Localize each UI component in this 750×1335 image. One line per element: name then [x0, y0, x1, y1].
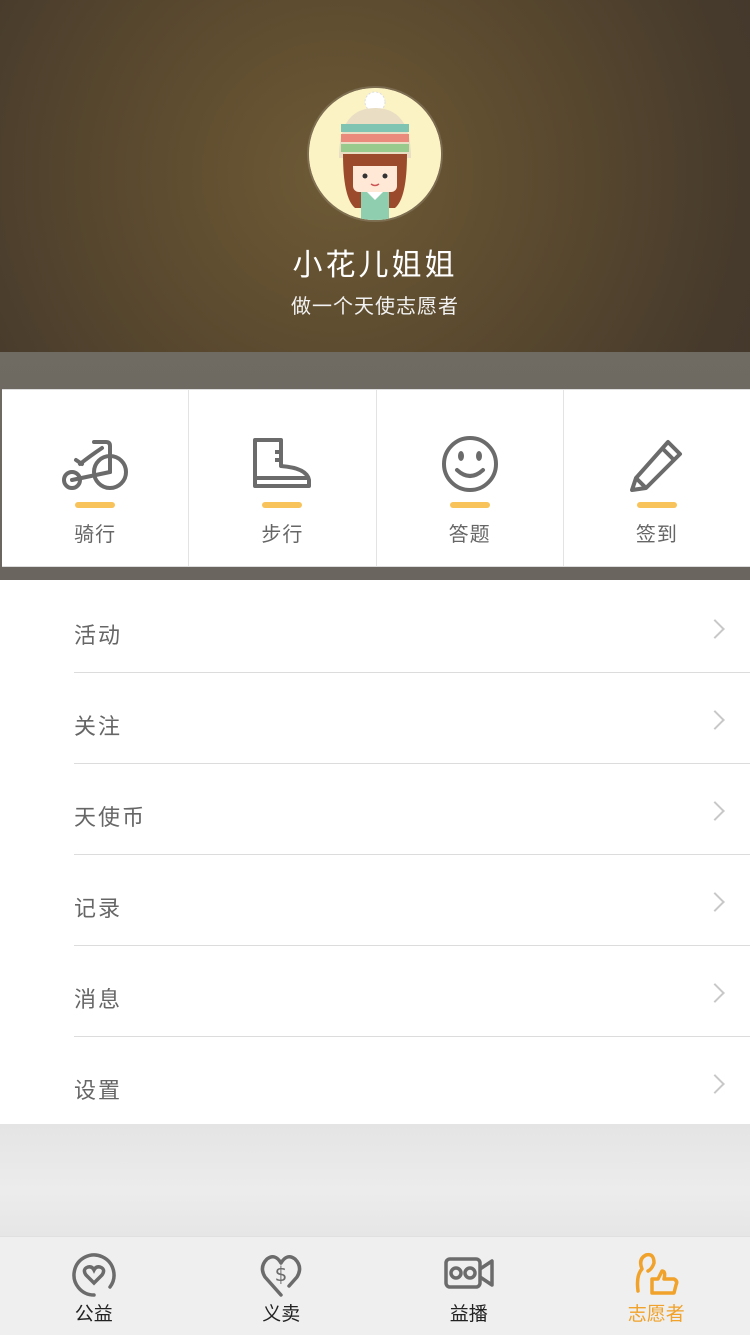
chevron-right-icon — [705, 892, 725, 912]
quick-action-label: 签到 — [636, 518, 678, 547]
menu-item-messages[interactable]: 消息 — [74, 946, 750, 1037]
menu-item-activities[interactable]: 活动 — [74, 582, 750, 673]
chevron-right-icon — [705, 801, 725, 821]
menu-item-label: 设置 — [74, 1073, 122, 1105]
menu-item-angel-coins[interactable]: 天使币 — [74, 764, 750, 855]
tab-label: 益播 — [450, 1299, 488, 1326]
chevron-right-icon — [705, 710, 725, 730]
tab-label: 公益 — [75, 1299, 113, 1326]
menu-list: 活动 关注 天使币 记录 消息 设置 — [0, 582, 750, 1124]
tab-volunteer[interactable]: 志愿者 — [563, 1237, 750, 1335]
quick-action-label: 步行 — [261, 518, 303, 547]
dollar-heart-icon: $ — [257, 1251, 305, 1297]
menu-item-records[interactable]: 记录 — [74, 855, 750, 946]
quick-action-quiz[interactable]: 答题 — [377, 390, 564, 566]
tab-broadcast[interactable]: 益播 — [375, 1237, 563, 1335]
quick-action-checkin[interactable]: 签到 — [564, 390, 750, 566]
tab-charity[interactable]: 公益 — [0, 1237, 188, 1335]
svg-text:$: $ — [275, 1262, 288, 1286]
menu-item-settings[interactable]: 设置 — [74, 1037, 750, 1128]
quick-action-bar — [75, 502, 115, 508]
chevron-right-icon — [705, 1074, 725, 1094]
video-camera-icon — [443, 1251, 495, 1297]
quick-action-label: 答题 — [449, 518, 491, 547]
boot-icon — [247, 434, 317, 494]
heart-circle-icon — [70, 1251, 118, 1297]
bottom-tab-bar: 公益 $ 义卖 益播 志愿者 — [0, 1236, 750, 1335]
quick-action-walking[interactable]: 步行 — [189, 390, 376, 566]
quick-actions: 骑行 步行 答题 — [2, 389, 750, 567]
menu-item-label: 活动 — [74, 618, 122, 650]
smiley-icon — [435, 434, 505, 494]
profile-name: 小花儿姐姐 — [0, 240, 750, 284]
pencil-icon — [622, 434, 692, 494]
quick-action-label: 骑行 — [74, 518, 116, 547]
menu-item-label: 关注 — [74, 709, 122, 741]
quick-action-riding[interactable]: 骑行 — [2, 390, 189, 566]
profile-motto: 做一个天使志愿者 — [0, 290, 750, 319]
menu-item-label: 消息 — [74, 982, 122, 1014]
empty-area — [0, 1124, 750, 1236]
tab-charity-sale[interactable]: $ 义卖 — [188, 1237, 376, 1335]
tab-label: 义卖 — [262, 1299, 300, 1326]
menu-item-label: 天使币 — [74, 800, 146, 832]
chevron-right-icon — [705, 983, 725, 1003]
volunteer-thumbs-up-icon — [630, 1251, 682, 1297]
bicycle-icon — [60, 434, 130, 494]
menu-item-label: 记录 — [74, 891, 122, 923]
quick-action-bar — [262, 502, 302, 508]
chevron-right-icon — [705, 619, 725, 639]
quick-action-bar — [637, 502, 677, 508]
avatar-girl-icon — [309, 88, 441, 220]
tab-label: 志愿者 — [628, 1299, 685, 1326]
menu-item-follow[interactable]: 关注 — [74, 673, 750, 764]
quick-action-bar — [450, 502, 490, 508]
avatar[interactable] — [309, 88, 441, 220]
